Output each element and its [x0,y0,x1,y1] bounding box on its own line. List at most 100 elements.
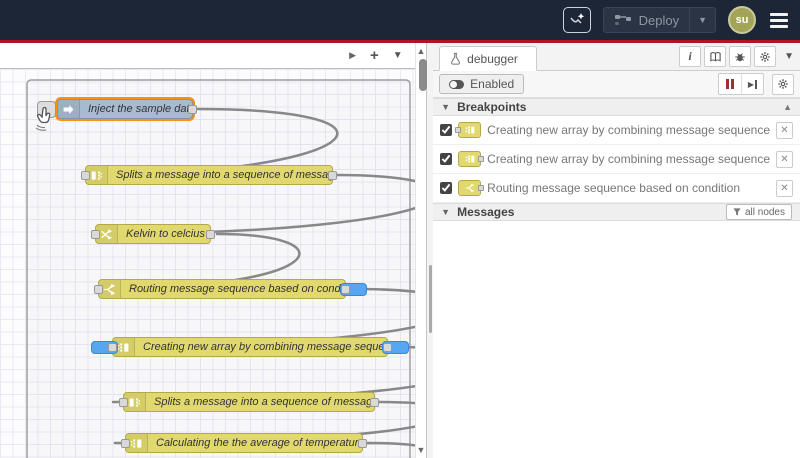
node-join[interactable]: Creating new array by combining message … [91,337,409,357]
node-change[interactable]: Kelvin to celcius [91,224,215,244]
tab-scroll-right-icon[interactable]: ▶ [349,50,356,61]
hand-cursor [35,106,51,131]
breakpoints-title: Breakpoints [457,100,527,114]
node-split[interactable]: Splits a message into a sequence of mess… [119,392,379,412]
deploy-icon [614,15,631,25]
breakpoint-checkbox[interactable] [440,182,453,194]
node-red-editor: Deploy ▼ su ▶ + ▼ Inject the sample data… [0,0,800,458]
collapse-chevron-icon: ▼ [441,102,451,112]
tab-debugger-label: debugger [467,51,518,66]
settings-tab-button[interactable] [754,46,777,67]
breakpoint-row[interactable]: Creating new array by combining message … [433,145,800,174]
output-port[interactable] [358,439,367,448]
flow-list-caret-icon[interactable]: ▼ [393,50,403,61]
input-port[interactable] [91,230,100,239]
sidebar-tab-list-caret[interactable]: ▼ [784,51,794,62]
info-tab-button[interactable]: i [679,46,702,67]
inject-icon [58,100,80,118]
breakpoint-checkbox[interactable] [440,124,453,136]
join-node-mini-icon [455,122,482,138]
debugger-settings-button[interactable] [772,73,794,95]
tab-debugger[interactable]: debugger [439,46,538,71]
bug-icon [735,52,745,61]
funnel-icon [733,208,741,216]
editor-main: ▶ + ▼ Inject the sample data Splits a me… [0,43,415,458]
gear-icon [760,51,770,62]
collapse-chevron-icon: ▼ [441,207,451,217]
debugger-toolbar: Enabled ▶ [433,71,800,98]
scroll-down-icon[interactable]: ▼ [416,445,426,455]
deploy-options-caret[interactable]: ▼ [689,8,715,32]
node-label: Inject the sample data [88,103,192,115]
canvas-vertical-scrollbar[interactable]: ▲ ▼ [414,43,428,458]
deploy-label: Deploy [638,12,680,28]
debugger-enabled-toggle[interactable]: Enabled [439,74,525,94]
node-label: Calculating the the average of temperatu… [156,437,362,449]
node-join[interactable]: Calculating the the average of temperatu… [121,433,367,453]
node-label: Creating new array by combining message … [143,341,387,353]
flow-tabbar: ▶ + ▼ [0,43,415,69]
breakpoint-checkbox[interactable] [440,153,453,165]
debug-tab-button[interactable] [729,46,752,67]
book-icon [709,51,721,62]
output-port[interactable] [341,285,350,294]
main-menu-button[interactable] [768,11,790,30]
messages-section-header[interactable]: ▼ Messages all nodes [433,203,800,221]
workspace: ▶ + ▼ Inject the sample data Splits a me… [0,43,800,458]
breakpoint-label: Creating new array by combining message … [487,152,770,166]
add-flow-button[interactable]: + [370,48,379,63]
flask-icon [451,52,461,65]
remove-breakpoint-button[interactable]: ✕ [776,121,793,139]
scrollbar-thumb[interactable] [418,59,427,91]
node-split[interactable]: Splits a message into a sequence of mess… [81,165,337,185]
node-switch[interactable]: Routing message sequence based on condit… [94,279,367,299]
deploy-button[interactable]: Deploy ▼ [602,7,716,33]
input-port[interactable] [108,343,117,352]
scroll-up-icon[interactable]: ▲ [416,46,426,56]
node-inject[interactable]: Inject the sample data [37,99,197,119]
header-bar: Deploy ▼ su [0,0,800,40]
output-port[interactable] [383,343,392,352]
flow-canvas[interactable]: Inject the sample data Splits a message … [0,69,415,458]
breakpoint-label: Creating new array by combining message … [487,123,770,137]
remove-breakpoint-button[interactable]: ✕ [776,179,793,197]
pause-icon [726,79,734,89]
messages-empty-area [433,221,800,458]
sidebar-tabbar: debugger i ▼ [433,43,800,71]
help-tab-button[interactable] [704,46,727,67]
input-port[interactable] [94,285,103,294]
toggle-icon [449,79,465,89]
splitter-handle[interactable] [429,265,433,333]
messages-filter-label: all nodes [744,206,785,218]
enabled-label: Enabled [470,77,515,91]
sidebar: debugger i ▼ Enabled ▶ ▼ Breakpoints ▲ C… [433,43,800,458]
output-port[interactable] [206,230,215,239]
pause-button[interactable] [719,74,741,94]
output-port[interactable] [328,171,337,180]
gear-icon [778,79,788,89]
output-port[interactable] [370,398,379,407]
breakpoint-label: Routing message sequence based on condit… [487,181,741,195]
sidebar-splitter[interactable] [427,43,434,458]
messages-title: Messages [457,205,515,219]
join-node-mini-icon [458,151,485,167]
node-label: Kelvin to celcius [126,228,205,240]
node-label: Splits a message into a sequence of mess… [116,169,332,181]
input-port[interactable] [121,439,130,448]
input-port[interactable] [119,398,128,407]
input-port[interactable] [81,171,90,180]
remove-breakpoint-button[interactable]: ✕ [776,150,793,168]
breakpoint-row[interactable]: Routing message sequence based on condit… [433,174,800,203]
breakpoint-row[interactable]: Creating new array by combining message … [433,116,800,145]
ai-assistant-button[interactable] [562,7,591,33]
messages-filter-button[interactable]: all nodes [725,204,792,220]
node-label: Splits a message into a sequence of mess… [154,396,374,408]
step-icon: ▶ [748,79,758,89]
output-port[interactable] [188,105,197,114]
node-label: Routing message sequence based on condit… [129,283,345,295]
user-avatar[interactable]: su [728,6,756,34]
step-button[interactable]: ▶ [741,74,763,94]
list-scroll-up-icon[interactable]: ▲ [783,102,792,112]
breakpoints-section-header[interactable]: ▼ Breakpoints ▲ [433,98,800,116]
switch-node-mini-icon [458,180,485,196]
